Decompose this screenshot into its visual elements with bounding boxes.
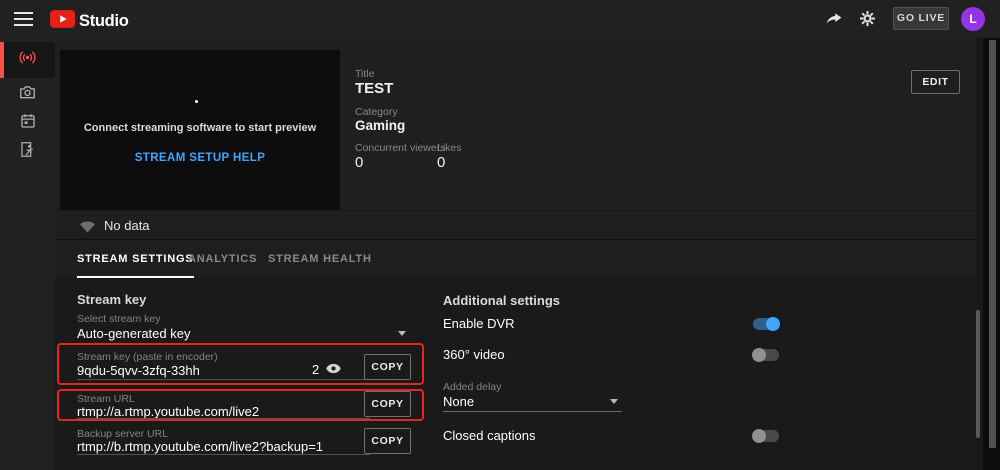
stream-preview-player: Connect streaming software to start prev… bbox=[60, 50, 340, 210]
closed-captions-label: Closed captions bbox=[443, 428, 536, 443]
settings-scrollbar-thumb[interactable] bbox=[976, 310, 980, 438]
title-label: Title bbox=[355, 68, 374, 80]
stream-url-value[interactable]: rtmp://a.rtmp.youtube.com/live2 bbox=[77, 404, 259, 419]
stream-key-label: Stream key (paste in encoder) bbox=[77, 351, 218, 363]
stream-health-status-row: No data bbox=[55, 210, 976, 240]
select-stream-key-label: Select stream key bbox=[77, 313, 160, 325]
enable-dvr-label: Enable DVR bbox=[443, 316, 515, 331]
youtube-logo-icon bbox=[50, 10, 75, 33]
additional-settings-heading: Additional settings bbox=[443, 293, 560, 308]
tab-stream-health[interactable]: STREAM HEALTH bbox=[268, 240, 372, 278]
stream-setup-help-link[interactable]: STREAM SETUP HELP bbox=[60, 152, 340, 164]
broadcast-live-icon bbox=[17, 47, 38, 73]
added-delay-select[interactable]: None bbox=[443, 394, 474, 409]
eye-icon[interactable] bbox=[325, 360, 342, 382]
page-scrollbar-track bbox=[983, 38, 1000, 470]
account-avatar[interactable]: L bbox=[961, 7, 985, 31]
sidebar-item-exit[interactable] bbox=[0, 134, 55, 170]
left-sidebar bbox=[0, 38, 55, 470]
added-delay-label: Added delay bbox=[443, 381, 501, 393]
backup-url-value[interactable]: rtmp://b.rtmp.youtube.com/live2?backup=1 bbox=[77, 439, 323, 454]
page-scrollbar-thumb[interactable] bbox=[989, 40, 996, 448]
loading-dot bbox=[195, 100, 198, 103]
concurrent-viewers-label: Concurrent viewers bbox=[355, 142, 445, 154]
tab-bar: STREAM SETTINGS ANALYTICS STREAM HEALTH bbox=[55, 240, 976, 278]
likes-label: Likes bbox=[437, 142, 462, 154]
youtube-studio-logo[interactable]: Studio bbox=[50, 10, 129, 33]
brand-title: Studio bbox=[79, 12, 129, 31]
video-360-label: 360° video bbox=[443, 347, 505, 362]
copy-stream-key-button[interactable]: COPY bbox=[364, 354, 411, 380]
sidebar-item-stream[interactable] bbox=[0, 42, 55, 78]
share-icon[interactable] bbox=[824, 9, 844, 29]
stream-overview-card: Connect streaming software to start prev… bbox=[55, 38, 976, 240]
preview-message: Connect streaming software to start prev… bbox=[60, 122, 340, 134]
stream-key-value[interactable]: 9qdu-5qvv-3zfq-33hh bbox=[77, 363, 200, 378]
video-360-toggle[interactable] bbox=[753, 349, 779, 361]
exit-runner-icon bbox=[18, 140, 37, 164]
edit-button[interactable]: EDIT bbox=[911, 70, 960, 94]
top-bar: Studio GO LIVE L bbox=[0, 0, 1000, 38]
chevron-down-icon[interactable] bbox=[610, 399, 618, 404]
camera-icon bbox=[18, 83, 37, 107]
hamburger-menu-icon[interactable] bbox=[14, 12, 33, 26]
chevron-down-icon[interactable] bbox=[398, 331, 406, 336]
copy-stream-url-button[interactable]: COPY bbox=[364, 391, 411, 417]
reveal-count: 2 bbox=[312, 362, 319, 377]
concurrent-viewers-value: 0 bbox=[355, 154, 363, 171]
stream-key-heading: Stream key bbox=[77, 292, 146, 307]
go-live-button[interactable]: GO LIVE bbox=[893, 7, 949, 30]
stream-category: Gaming bbox=[355, 118, 405, 133]
stream-key-select[interactable]: Auto-generated key bbox=[77, 326, 190, 341]
likes-value: 0 bbox=[437, 154, 445, 171]
added-delay-underline bbox=[443, 411, 622, 412]
closed-captions-toggle[interactable] bbox=[753, 430, 779, 442]
category-label: Category bbox=[355, 106, 398, 118]
signal-strength-icon bbox=[78, 217, 97, 241]
calendar-icon bbox=[19, 112, 37, 135]
stream-title: TEST bbox=[355, 80, 393, 97]
stream-settings-panel: Stream key Select stream key Auto-genera… bbox=[55, 278, 976, 470]
no-data-status: No data bbox=[104, 218, 150, 233]
youtube-studio-live-dashboard: Studio GO LIVE L bbox=[0, 0, 1000, 470]
backup-url-underline bbox=[77, 454, 370, 455]
copy-backup-url-button[interactable]: COPY bbox=[364, 428, 411, 454]
stream-url-underline bbox=[77, 418, 370, 419]
enable-dvr-toggle[interactable] bbox=[753, 318, 779, 330]
tab-stream-settings[interactable]: STREAM SETTINGS bbox=[77, 240, 194, 278]
settings-gear-icon[interactable] bbox=[858, 9, 878, 29]
tab-analytics[interactable]: ANALYTICS bbox=[188, 240, 257, 278]
